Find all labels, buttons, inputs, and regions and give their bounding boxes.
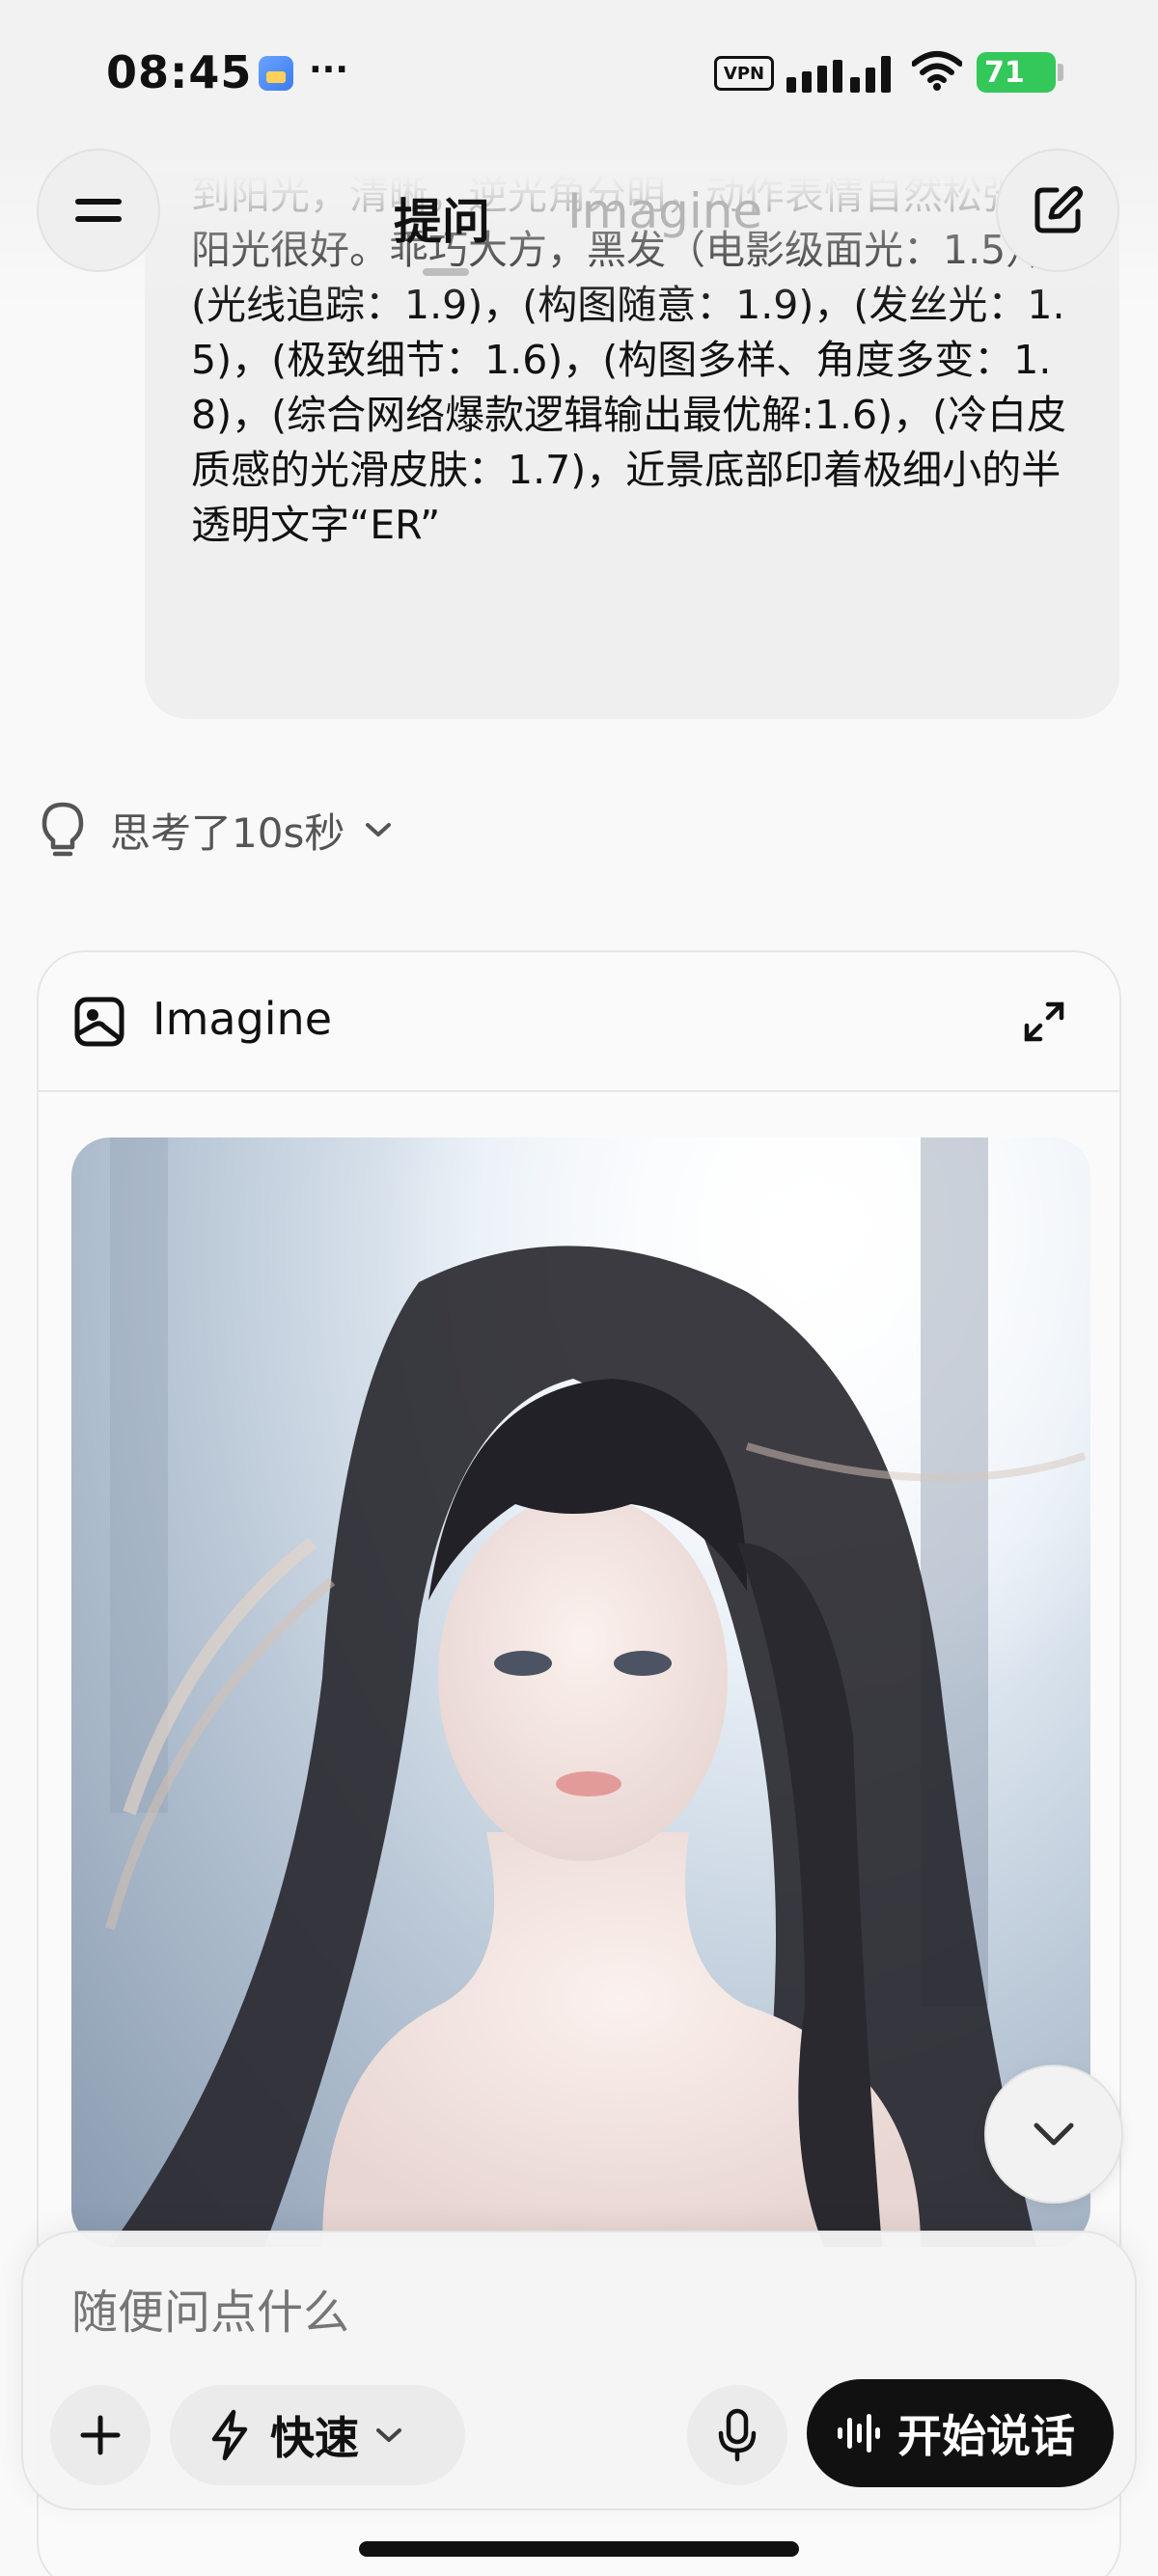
imagine-icon [74,997,124,1047]
thinking-label: 思考了10s秒 [110,808,345,857]
microphone-icon [718,2408,757,2462]
status-bar: 08:45 ··· VPN 71 [0,0,1158,145]
hamburger-icon [75,199,122,222]
microphone-button[interactable] [687,2385,787,2485]
plus-icon [80,2415,121,2455]
battery-indicator: 71 [977,52,1056,93]
speed-mode-label: 快速 [270,2412,359,2464]
thinking-toggle[interactable]: 思考了10s秒 [39,796,393,863]
battery-cap [1058,64,1063,81]
start-voice-button[interactable]: 开始说话 [807,2379,1114,2487]
expand-icon[interactable] [1023,1000,1065,1043]
chevron-down-icon [1034,2123,1074,2146]
status-time: 08:45 [106,46,253,98]
edit-icon [1034,186,1083,233]
chevron-down-icon [366,823,392,836]
message-input[interactable] [71,2279,940,2346]
message-composer: 快速 开始说话 [21,2231,1137,2510]
lightbulb-icon [41,802,84,857]
attach-button[interactable] [50,2385,151,2485]
active-tab-indicator [423,268,469,276]
portrait-illustration [71,1137,1090,2247]
menu-button[interactable] [37,149,160,272]
imagine-card-header: Imagine [39,952,1119,1092]
home-indicator[interactable] [359,2541,799,2557]
wifi-icon [912,51,962,91]
waveform-icon [838,2414,880,2453]
speed-mode-select[interactable]: 快速 [170,2385,465,2485]
more-notifications-indicator: ··· [309,50,349,90]
new-chat-button[interactable] [996,149,1119,272]
imagine-card-title: Imagine [152,993,332,1045]
photos-app-icon [259,56,293,91]
scroll-to-bottom-button[interactable] [984,2065,1123,2204]
cellular-signal-icon [786,56,891,93]
top-nav-bar: 提问 Imagine [0,145,1158,309]
vpn-icon: VPN [714,56,774,91]
tab-ask[interactable]: 提问 [394,183,490,253]
start-voice-label: 开始说话 [897,2410,1075,2462]
tab-imagine[interactable]: Imagine [567,183,762,239]
generated-image[interactable] [71,1137,1090,2247]
lightning-icon [211,2409,248,2461]
chevron-down-icon [376,2428,401,2442]
